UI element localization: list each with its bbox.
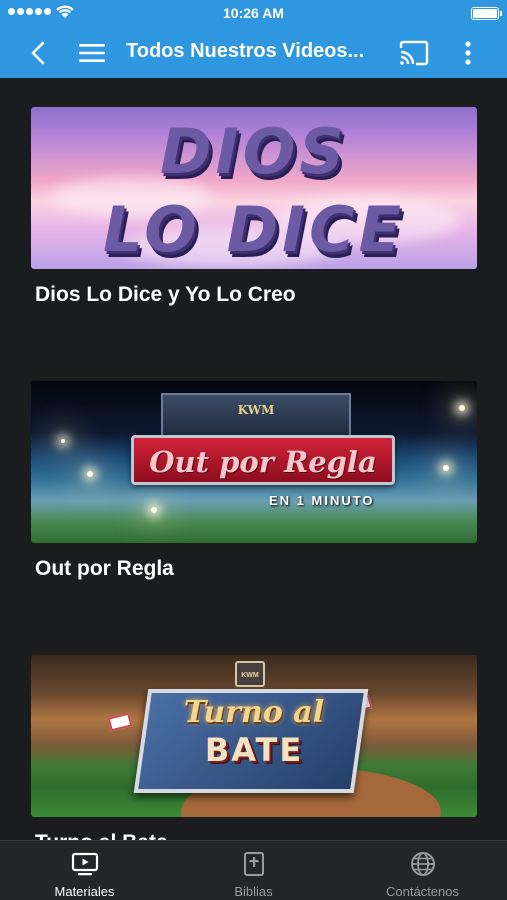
tv-play-icon (71, 852, 99, 876)
video-thumbnail[interactable]: KWM Out por Regla EN 1 MINUTO (31, 381, 477, 543)
tab-materiales[interactable]: Materiales (0, 841, 169, 900)
bible-icon (244, 852, 264, 876)
cast-icon[interactable] (398, 40, 430, 66)
battery-icon (471, 7, 502, 20)
video-title[interactable]: Dios Lo Dice y Yo Lo Creo (31, 283, 477, 307)
tab-biblias[interactable]: Biblias (169, 841, 338, 900)
globe-icon (411, 852, 435, 876)
video-card[interactable]: KWM Turno al BATE Turno al Bate (31, 655, 477, 840)
tab-label: Materiales (54, 884, 115, 899)
back-chevron-icon[interactable] (26, 39, 52, 67)
thumbnail-title-line-2: BATE (204, 731, 304, 769)
video-card[interactable]: KWM Out por Regla EN 1 MINUTO Out por Re… (31, 381, 477, 581)
app-screen: 10:26 AM Todos Nuestros Videos... DIOS L… (0, 0, 507, 900)
video-title[interactable]: Out por Regla (31, 557, 477, 581)
bottom-tab-bar: Materiales Biblias Contáctenos (0, 840, 507, 900)
more-options-icon[interactable] (458, 39, 478, 67)
thumbnail-banner: Out por Regla (131, 435, 395, 485)
kwm-logo: KWM (235, 661, 265, 687)
tab-label: Contáctenos (386, 884, 459, 899)
thumbnail-title-line-1: Turno al (183, 695, 325, 730)
video-list[interactable]: DIOS LO DICE Dios Lo Dice y Yo Lo Creo K… (0, 78, 507, 840)
video-thumbnail[interactable]: KWM Turno al BATE (31, 655, 477, 817)
thumbnail-banner-text: Out por Regla (149, 445, 377, 479)
thumbnail-title-line-1: DIOS (160, 115, 348, 188)
kwm-logo: KWM (237, 403, 275, 417)
tab-contactenos[interactable]: Contáctenos (338, 841, 507, 900)
tab-label: Biblias (234, 884, 273, 899)
video-thumbnail[interactable]: DIOS LO DICE (31, 107, 477, 269)
hamburger-menu-icon[interactable] (78, 41, 106, 65)
status-time: 10:26 AM (223, 5, 284, 21)
thumbnail-title-line-2: LO DICE (103, 193, 405, 266)
video-card[interactable]: DIOS LO DICE Dios Lo Dice y Yo Lo Creo (31, 107, 477, 307)
status-bar: 10:26 AM (0, 0, 507, 28)
app-bar: Todos Nuestros Videos... (0, 28, 507, 78)
thumbnail-subtitle: EN 1 MINUTO (269, 493, 375, 508)
video-title[interactable]: Turno al Bate (31, 831, 477, 840)
page-title: Todos Nuestros Videos... (126, 40, 365, 62)
